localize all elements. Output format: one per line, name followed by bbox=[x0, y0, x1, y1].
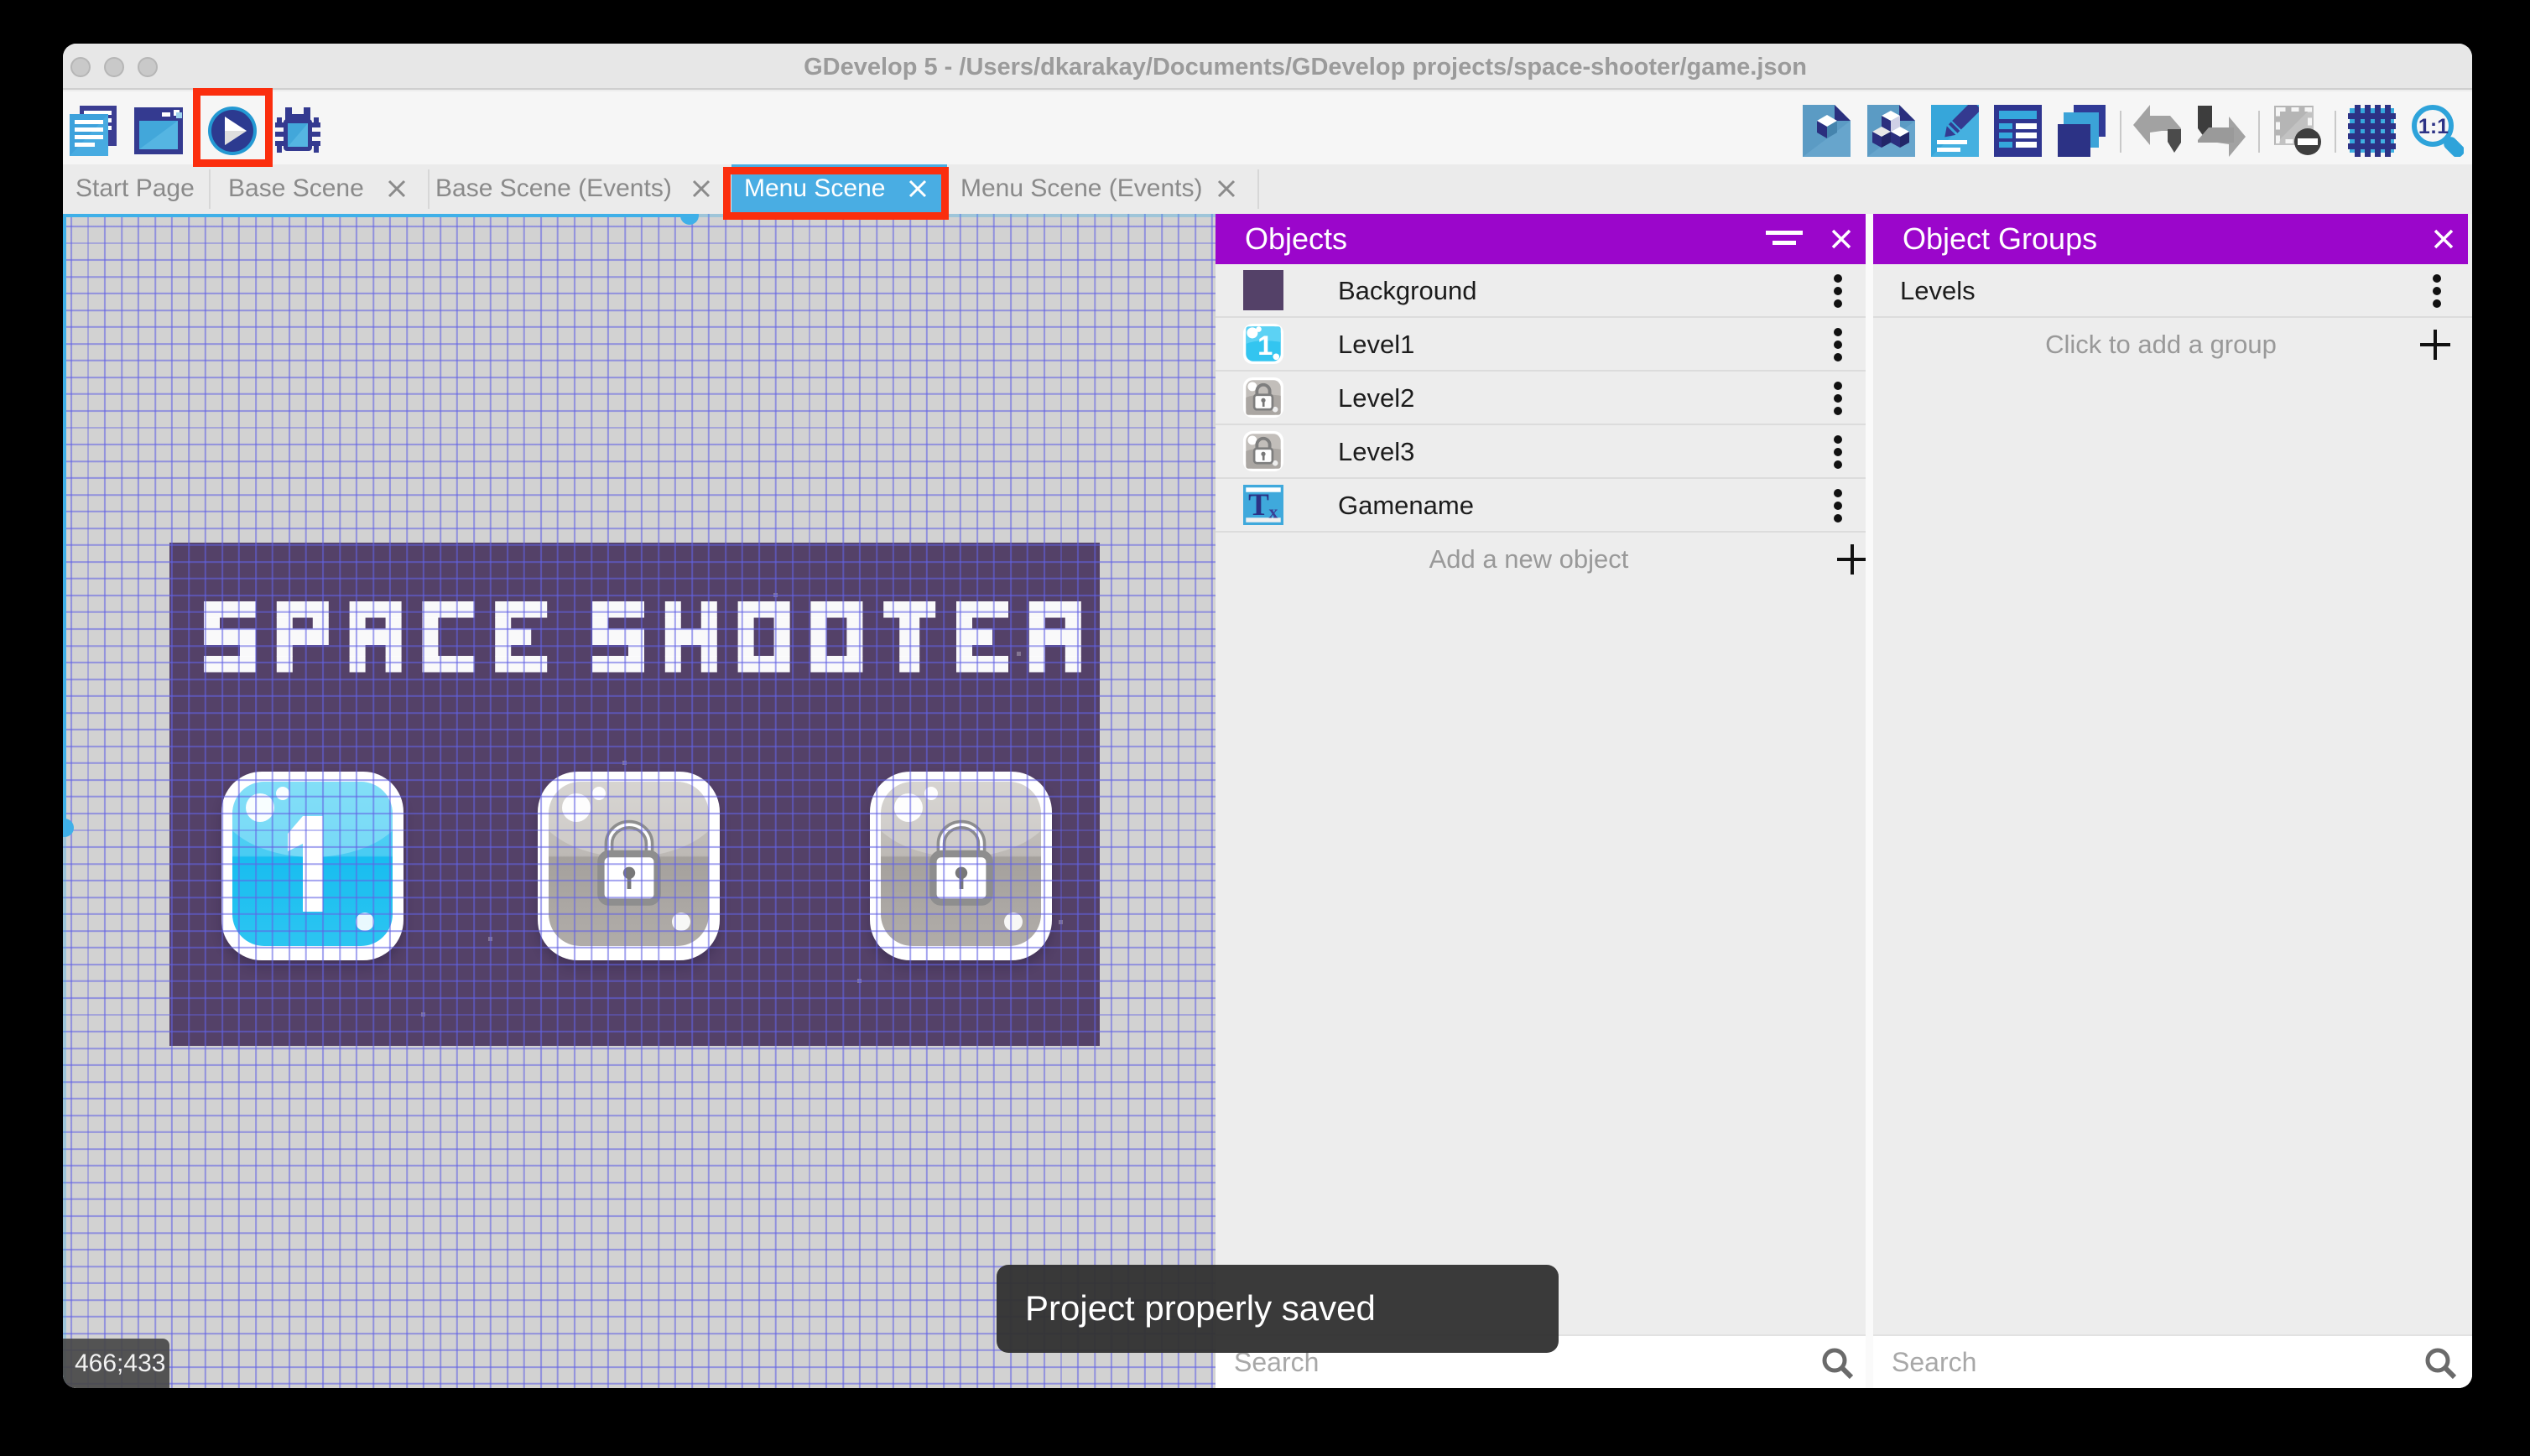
svg-text:1:1: 1:1 bbox=[2418, 115, 2449, 138]
svg-text:1: 1 bbox=[1257, 330, 1273, 361]
svg-text:x: x bbox=[1269, 502, 1278, 522]
svg-text:T: T bbox=[1248, 488, 1269, 523]
